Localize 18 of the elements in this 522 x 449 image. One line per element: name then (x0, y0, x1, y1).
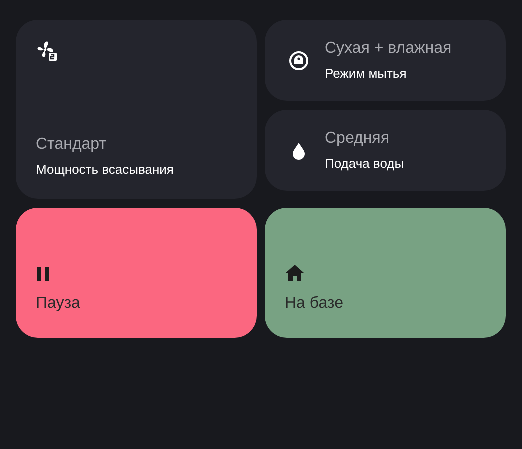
mop-icon (289, 50, 309, 70)
setting-value: Средняя (325, 129, 390, 150)
suction-label: Мощность всасывания (36, 160, 175, 179)
setting-label: Режим мытья (325, 65, 408, 84)
home-icon (285, 264, 305, 282)
setting-card[interactable]: Средняя Подача воды (265, 110, 506, 191)
suction-power-card[interactable]: Стандарт Мощность всасывания (16, 20, 257, 199)
action-label: На базе (285, 294, 344, 314)
action-button[interactable]: Пауза (16, 208, 257, 338)
water-drop-icon (292, 142, 306, 160)
suction-value: Стандарт (36, 134, 108, 154)
action-button[interactable]: На базе (265, 208, 506, 338)
pause-icon (36, 266, 50, 282)
setting-card[interactable]: Сухая + влажная Режим мытья (265, 20, 506, 101)
setting-label: Подача воды (325, 155, 404, 174)
action-label: Пауза (36, 294, 80, 314)
setting-value: Сухая + влажная (325, 39, 452, 60)
fan-icon (36, 40, 58, 62)
